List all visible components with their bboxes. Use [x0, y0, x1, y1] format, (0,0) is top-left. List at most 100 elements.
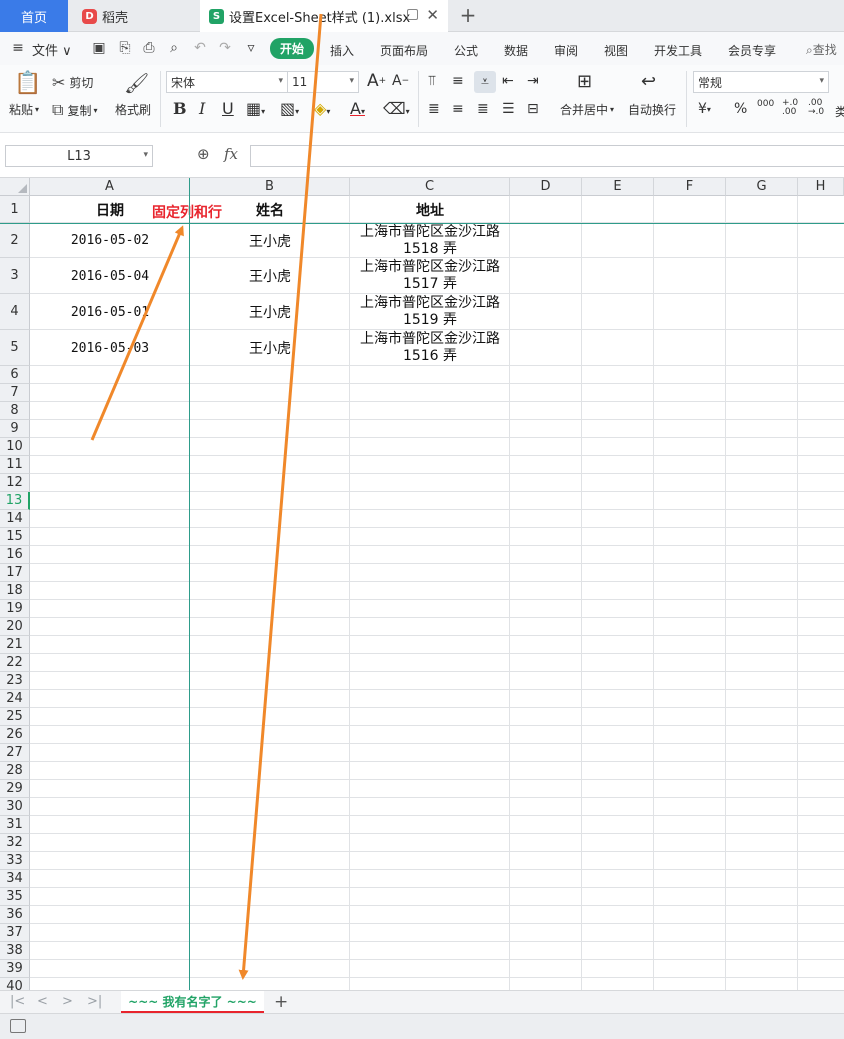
font-size-select[interactable]: 11 ▾ — [287, 71, 359, 93]
function-icon[interactable]: fx — [224, 145, 238, 163]
customize-toolbar-icon[interactable]: ▿ — [243, 40, 259, 56]
hamburger-icon[interactable]: ≡ — [10, 40, 26, 56]
column-header-g[interactable]: G — [726, 178, 798, 196]
increase-indent-icon[interactable]: ⇥ — [527, 73, 539, 89]
redo-icon[interactable]: ↷ — [217, 40, 233, 56]
column-header-d[interactable]: D — [510, 178, 582, 196]
select-all-corner[interactable] — [0, 178, 30, 196]
column-header-b[interactable]: B — [190, 178, 350, 196]
menu-tab-view[interactable]: 视图 — [604, 42, 628, 59]
increase-decimal-button[interactable]: +.0 .00 — [782, 99, 798, 117]
row-header-34[interactable]: 34 — [0, 870, 30, 888]
row-header-1[interactable]: 1 — [0, 196, 30, 223]
thousands-button[interactable]: 000 — [757, 99, 774, 109]
cell-date[interactable]: 2016-05-01 — [30, 294, 190, 330]
paste-icon[interactable]: 📋 — [14, 71, 41, 96]
last-sheet-button[interactable]: >| — [87, 994, 102, 1009]
align-bottom-icon[interactable]: ⩡ — [474, 71, 496, 93]
row-header-36[interactable]: 36 — [0, 906, 30, 924]
wrap-text-icon[interactable]: ↩ — [641, 71, 656, 92]
row-header-25[interactable]: 25 — [0, 708, 30, 726]
number-format-select[interactable]: 常规 ▾ — [693, 71, 829, 93]
tab-home[interactable]: 首页 — [0, 0, 68, 32]
print-icon[interactable]: ⎙ — [141, 40, 157, 56]
more-number-button[interactable]: 类 — [835, 103, 844, 120]
row-header-29[interactable]: 29 — [0, 780, 30, 798]
column-header-e[interactable]: E — [582, 178, 654, 196]
percent-button[interactable]: % — [734, 101, 747, 117]
cell-name[interactable]: 王小虎 — [190, 294, 350, 330]
row-header-26[interactable]: 26 — [0, 726, 30, 744]
font-color-button[interactable]: A▾ — [350, 99, 365, 118]
row-header-37[interactable]: 37 — [0, 924, 30, 942]
align-right-icon[interactable]: ≣ — [477, 101, 489, 117]
row-header-40[interactable]: 40 — [0, 978, 30, 990]
menu-tab-page-layout[interactable]: 页面布局 — [380, 42, 428, 59]
align-middle-icon[interactable]: ≡ — [452, 73, 464, 89]
close-tab-icon[interactable]: ✕ — [426, 6, 439, 24]
menu-tab-developer[interactable]: 开发工具 — [654, 42, 702, 59]
cell-style-icon[interactable]: ▧▾ — [280, 99, 299, 118]
cell-name[interactable]: 王小虎 — [190, 223, 350, 258]
row-header-6[interactable]: 6 — [0, 366, 30, 384]
row-header-31[interactable]: 31 — [0, 816, 30, 834]
column-header-h[interactable]: H — [798, 178, 844, 196]
italic-button[interactable]: I — [199, 99, 205, 118]
grow-font-button[interactable]: A + — [367, 71, 386, 91]
first-sheet-button[interactable]: |< — [10, 994, 25, 1009]
justify-icon[interactable]: ☰ — [502, 101, 515, 117]
name-box[interactable]: L13 ▾ — [5, 145, 153, 167]
paste-button[interactable]: 粘贴 ▾ — [9, 101, 39, 118]
row-header-7[interactable]: 7 — [0, 384, 30, 402]
row-header-12[interactable]: 12 — [0, 474, 30, 492]
menu-tab-review[interactable]: 审阅 — [554, 42, 578, 59]
cell-date[interactable]: 2016-05-02 — [30, 223, 190, 258]
shrink-font-button[interactable]: A − — [392, 73, 409, 89]
column-header-a[interactable]: A — [30, 178, 190, 196]
menu-tab-insert[interactable]: 插入 — [330, 42, 354, 59]
row-header-4[interactable]: 4 — [0, 294, 30, 330]
zoom-icon[interactable]: ⊕ — [197, 145, 210, 163]
row-header-19[interactable]: 19 — [0, 600, 30, 618]
row-header-28[interactable]: 28 — [0, 762, 30, 780]
decrease-indent-icon[interactable]: ⇤ — [502, 73, 514, 89]
tab-document[interactable]: S 设置Excel-Sheet样式 (1).xlsx ✕ — [200, 0, 448, 32]
row-header-5[interactable]: 5 — [0, 330, 30, 366]
spreadsheet-grid[interactable]: A B C D E F G H 1 2 3 4 5 6 7 8 9 10 11 12 13 14 15 16 17 18 19 20 2… — [0, 178, 844, 990]
row-header-33[interactable]: 33 — [0, 852, 30, 870]
export-icon[interactable]: ⎘ — [117, 40, 133, 56]
merge-center-icon[interactable]: ⊞ — [577, 71, 592, 92]
row-header-8[interactable]: 8 — [0, 402, 30, 420]
search-command[interactable]: ⌕查找 — [806, 41, 837, 58]
fill-color-icon[interactable]: ◈▾ — [314, 99, 330, 118]
copy-button[interactable]: ⧉ 复制 ▾ — [52, 100, 97, 120]
column-header-c[interactable]: C — [350, 178, 510, 196]
row-header-22[interactable]: 22 — [0, 654, 30, 672]
format-painter-button[interactable]: 格式刷 — [115, 101, 151, 118]
row-header-35[interactable]: 35 — [0, 888, 30, 906]
row-header-2[interactable]: 2 — [0, 223, 30, 258]
tab-daoke[interactable]: D 稻壳 — [68, 0, 200, 32]
cell-date[interactable]: 2016-05-03 — [30, 330, 190, 366]
sheet-tab-active[interactable]: ~~~ 我有名字了 ~~~ — [121, 991, 264, 1013]
formula-input[interactable] — [250, 145, 844, 167]
menu-file[interactable]: 文件 ∨ — [32, 40, 72, 59]
wrap-text-button[interactable]: 自动换行 — [628, 101, 676, 118]
format-painter-icon[interactable]: 🖌 — [124, 71, 149, 95]
align-left-icon[interactable]: ≣ — [428, 101, 440, 117]
menu-tab-member[interactable]: 会员专享 — [728, 42, 776, 59]
row-header-23[interactable]: 23 — [0, 672, 30, 690]
cell-address[interactable]: 上海市普陀区金沙江路 1516 弄 — [350, 330, 510, 366]
row-header-32[interactable]: 32 — [0, 834, 30, 852]
pin-window-icon[interactable] — [407, 9, 418, 20]
row-header-38[interactable]: 38 — [0, 942, 30, 960]
align-center-icon[interactable]: ≡ — [452, 101, 464, 117]
row-header-11[interactable]: 11 — [0, 456, 30, 474]
print-preview-icon[interactable]: ⌕ — [166, 40, 182, 56]
row-header-20[interactable]: 20 — [0, 618, 30, 636]
row-header-27[interactable]: 27 — [0, 744, 30, 762]
new-tab-button[interactable]: + — [457, 3, 479, 27]
column-header-f[interactable]: F — [654, 178, 726, 196]
distribute-icon[interactable]: ⊟ — [527, 101, 539, 117]
borders-icon[interactable]: ▦▾ — [246, 99, 265, 118]
